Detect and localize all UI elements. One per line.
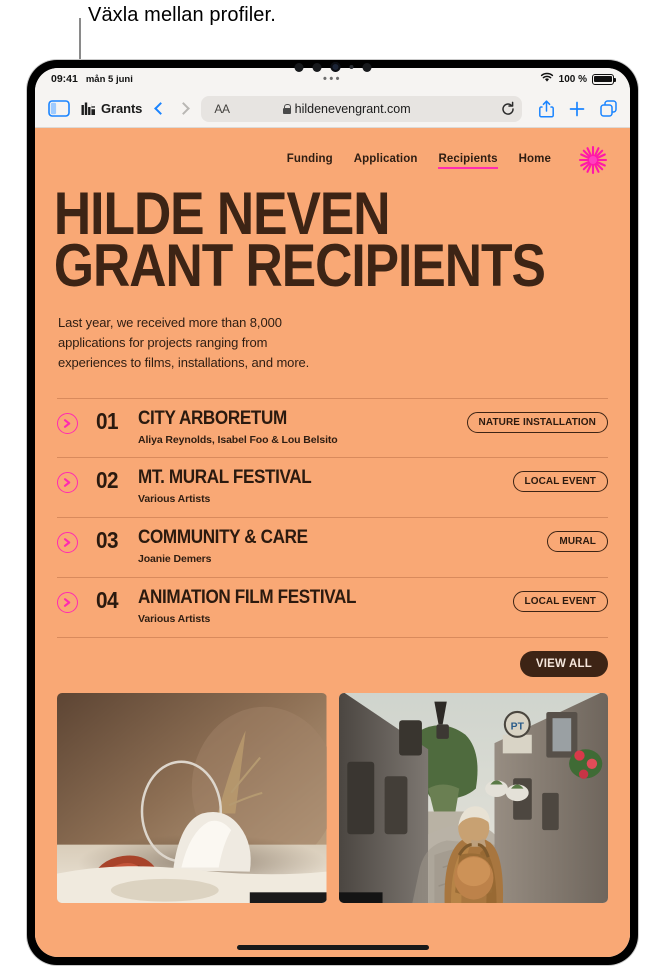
photo-card-grid: PT	[35, 677, 630, 903]
recipient-title: MT. MURAL FESTIVAL	[138, 466, 312, 488]
table-row[interactable]: 01 CITY ARBORETUM Aliya Reynolds, Isabel…	[57, 397, 608, 458]
recipient-artists: Various Artists	[138, 612, 211, 625]
recipient-number: 04	[96, 586, 119, 613]
arrow-right-icon[interactable]	[57, 412, 78, 434]
page-title: HILDE NEVEN GRANT RECIPIENTS	[53, 180, 546, 299]
ipad-device-frame: 09:41 mån 5 juni ••• 100 % Grants AA hil…	[27, 60, 638, 965]
reload-icon[interactable]	[500, 101, 516, 117]
view-all-row: VIEW ALL	[35, 638, 630, 677]
recipient-title: COMMUNITY & CARE	[138, 526, 308, 548]
recipient-body: ANIMATION FILM FESTIVAL Various Artists	[136, 586, 513, 625]
nav-item-recipients[interactable]: Recipients	[438, 153, 498, 169]
table-row[interactable]: 03 COMMUNITY & CARE Joanie Demers MURAL	[57, 518, 608, 578]
arrow-right-icon[interactable]	[57, 531, 78, 553]
lock-icon	[282, 103, 292, 114]
device-screen: 09:41 mån 5 juni ••• 100 % Grants AA hil…	[35, 68, 630, 957]
address-bar-content: hildenevengrant.com	[282, 101, 411, 116]
status-date: mån 5 juni	[85, 74, 133, 85]
url-text: hildenevengrant.com	[294, 101, 411, 116]
wifi-icon	[540, 72, 554, 86]
nav-item-application[interactable]: Application	[354, 153, 418, 168]
status-badge[interactable]: MURAL	[547, 530, 608, 552]
svg-text:PT: PT	[510, 721, 524, 732]
screenshot-root: Växla mellan profiler. 09:41 mån 5 juni …	[0, 0, 665, 979]
status-center-dots: •••	[322, 73, 343, 85]
text-size-button[interactable]: AA	[214, 101, 230, 116]
address-bar[interactable]: AA hildenevengrant.com	[201, 95, 522, 122]
recipient-body: MT. MURAL FESTIVAL Various Artists	[136, 466, 513, 505]
plus-icon[interactable]	[569, 101, 585, 117]
chevron-left-icon[interactable]	[154, 102, 168, 115]
recipient-number: 02	[96, 466, 119, 493]
battery-percent-label: 100 %	[558, 73, 587, 85]
table-row[interactable]: 02 MT. MURAL FESTIVAL Various Artists LO…	[57, 458, 608, 518]
recipient-title: CITY ARBORETUM	[138, 407, 287, 429]
nav-item-funding[interactable]: Funding	[287, 153, 333, 168]
recipient-body: CITY ARBORETUM Aliya Reynolds, Isabel Fo…	[136, 407, 467, 446]
status-time: 09:41	[51, 73, 78, 85]
text-size-label: AA	[214, 101, 230, 116]
recipient-title: ANIMATION FILM FESTIVAL	[138, 586, 357, 608]
recipient-body: COMMUNITY & CARE Joanie Demers	[136, 526, 547, 565]
recipients-list: 01 CITY ARBORETUM Aliya Reynolds, Isabel…	[57, 397, 608, 638]
starburst-logo-icon[interactable]	[578, 145, 608, 175]
arrow-right-icon[interactable]	[57, 471, 78, 493]
status-badge[interactable]: LOCAL EVENT	[512, 470, 608, 492]
status-bar-right: 100 %	[540, 72, 617, 86]
webpage-content: Funding Application Recipients Home HILD…	[35, 128, 630, 957]
share-icon[interactable]	[539, 99, 554, 118]
arrow-right-icon[interactable]	[57, 591, 78, 613]
battery-icon	[592, 73, 617, 85]
profile-glyph-icon	[81, 102, 96, 116]
front-camera-sensors	[294, 62, 371, 72]
chevron-right-icon[interactable]	[177, 102, 191, 115]
navigation-arrows	[154, 102, 191, 115]
tabs-overview-icon[interactable]	[600, 100, 617, 117]
sidebar-icon[interactable]	[48, 100, 70, 117]
page-subtitle: Last year, we received more than 8,000 a…	[58, 315, 310, 371]
profile-label: Grants	[101, 101, 143, 116]
home-indicator[interactable]	[236, 945, 429, 950]
view-all-button[interactable]: VIEW ALL	[519, 650, 608, 677]
browser-toolbar: Grants AA hildenevengrant.com	[35, 90, 630, 128]
status-bar-left: 09:41 mån 5 juni	[51, 73, 133, 85]
toolbar-actions	[535, 99, 617, 118]
status-badge[interactable]: LOCAL EVENT	[512, 590, 608, 612]
callout-label: Växla mellan profiler.	[88, 4, 276, 26]
profile-switcher-button[interactable]: Grants	[79, 101, 144, 116]
nav-item-home[interactable]: Home	[519, 153, 551, 168]
site-navigation: Funding Application Recipients Home	[35, 128, 630, 176]
recipient-artists: Aliya Reynolds, Isabel Foo & Lou Belsito	[138, 433, 338, 446]
still-life-sculpture-photo[interactable]	[57, 692, 327, 903]
recipient-number: 03	[96, 526, 119, 553]
recipient-number: 01	[96, 407, 119, 434]
alley-walker-photo[interactable]: PT	[338, 692, 608, 903]
recipient-artists: Various Artists	[138, 492, 211, 505]
table-row[interactable]: 04 ANIMATION FILM FESTIVAL Various Artis…	[57, 578, 608, 638]
recipient-artists: Joanie Demers	[138, 552, 212, 565]
status-badge[interactable]: NATURE INSTALLATION	[466, 411, 608, 433]
